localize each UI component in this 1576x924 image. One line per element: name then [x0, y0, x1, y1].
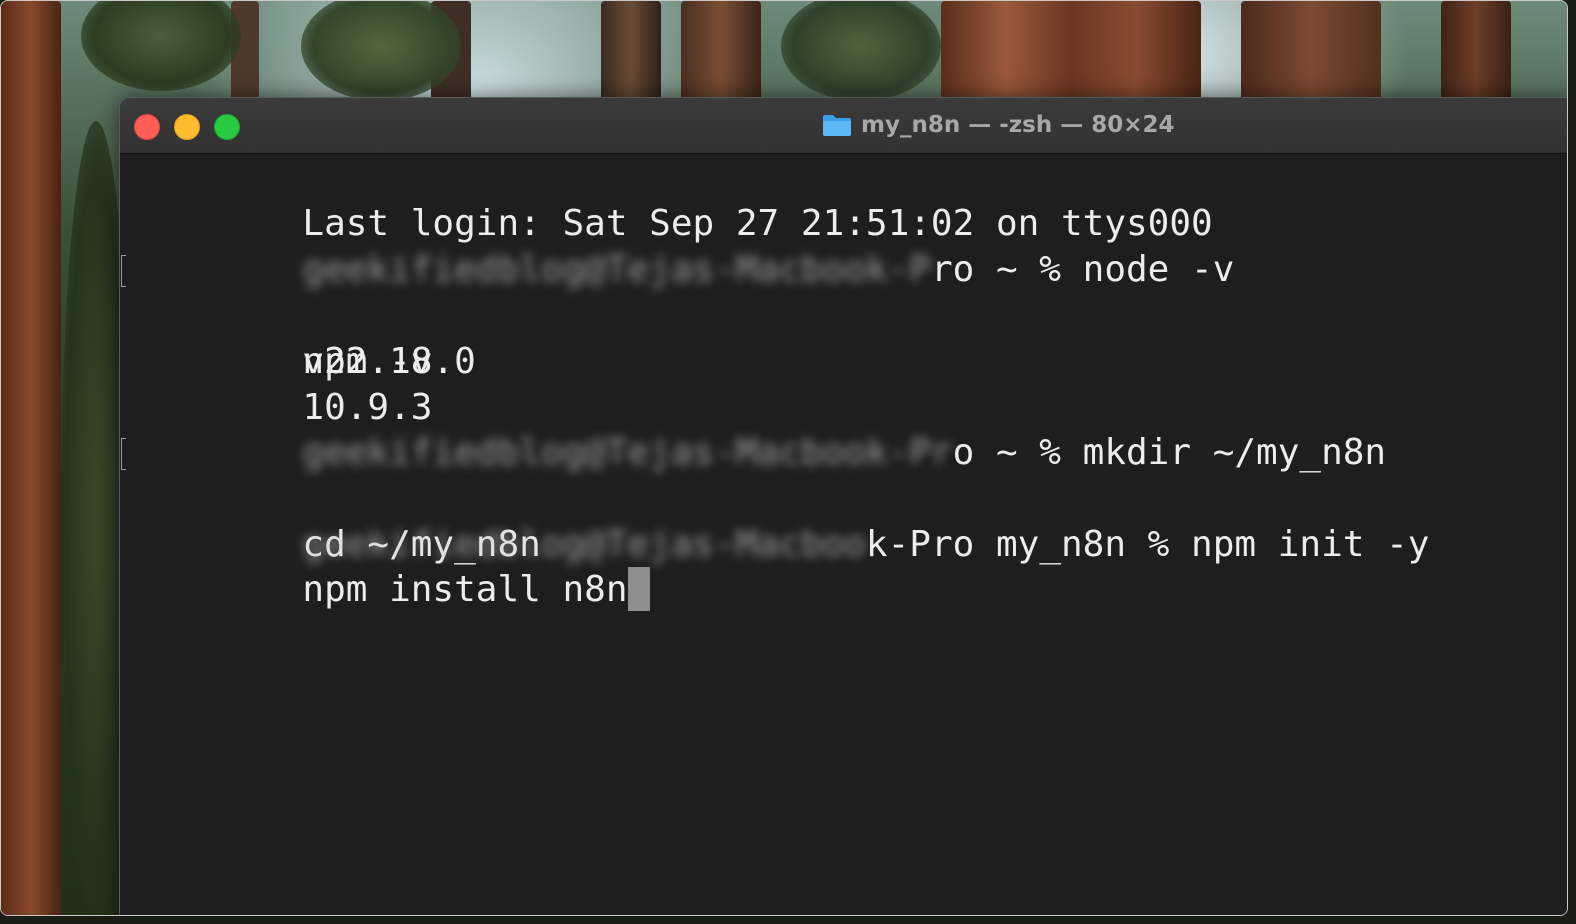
- title-bar[interactable]: my_n8n — -zsh — 80×24: [120, 98, 1567, 154]
- tree-trunk: [1, 1, 61, 915]
- terminal-output[interactable]: Last login: Sat Sep 27 21:51:02 on ttys0…: [121, 155, 1567, 915]
- terminal-line: npm -v: [121, 247, 432, 382]
- line-marker: [121, 438, 126, 470]
- terminal-line: geekifiedblog@Tejas-Macbook-Pro ~ % mkdi…: [129, 384, 1386, 473]
- minimize-button[interactable]: [174, 114, 200, 140]
- text-cursor: [627, 567, 650, 611]
- terminal-line: v22.18.0: [129, 293, 475, 382]
- line-text: o ~ % mkdir ~/my_n8n: [952, 432, 1387, 473]
- terminal-line: cd ~/my_n8n: [121, 430, 541, 565]
- terminal-line: 10.9.3: [129, 339, 432, 428]
- terminal-window[interactable]: my_n8n — -zsh — 80×24 Last login: Sat Se…: [119, 97, 1567, 915]
- line-text: ro ~ % node -v: [930, 249, 1235, 290]
- folder-icon: [823, 115, 851, 136]
- close-button[interactable]: [134, 114, 160, 140]
- line-marker: [121, 255, 126, 287]
- terminal-line: geekifiedblog@Tejas-Macbook-Pro ~ % node…: [129, 201, 1234, 290]
- maximize-button[interactable]: [214, 114, 240, 140]
- foliage: [81, 1, 241, 91]
- terminal-line: Last login: Sat Sep 27 21:51:02 on ttys0…: [129, 155, 1212, 244]
- screenshot-frame: my_n8n — -zsh — 80×24 Last login: Sat Se…: [0, 0, 1568, 916]
- line-text: k-Pro my_n8n % npm init -y: [865, 524, 1430, 565]
- line-text: npm install n8n: [302, 569, 628, 610]
- foliage: [781, 1, 941, 101]
- window-title: my_n8n — -zsh — 80×24: [861, 112, 1175, 138]
- terminal-line: npm install n8n: [129, 521, 650, 611]
- terminal-line: geekifiedblog@Tejas-Macbook-Pro my_n8n %…: [129, 476, 1429, 565]
- title-group: my_n8n — -zsh — 80×24: [822, 110, 1175, 140]
